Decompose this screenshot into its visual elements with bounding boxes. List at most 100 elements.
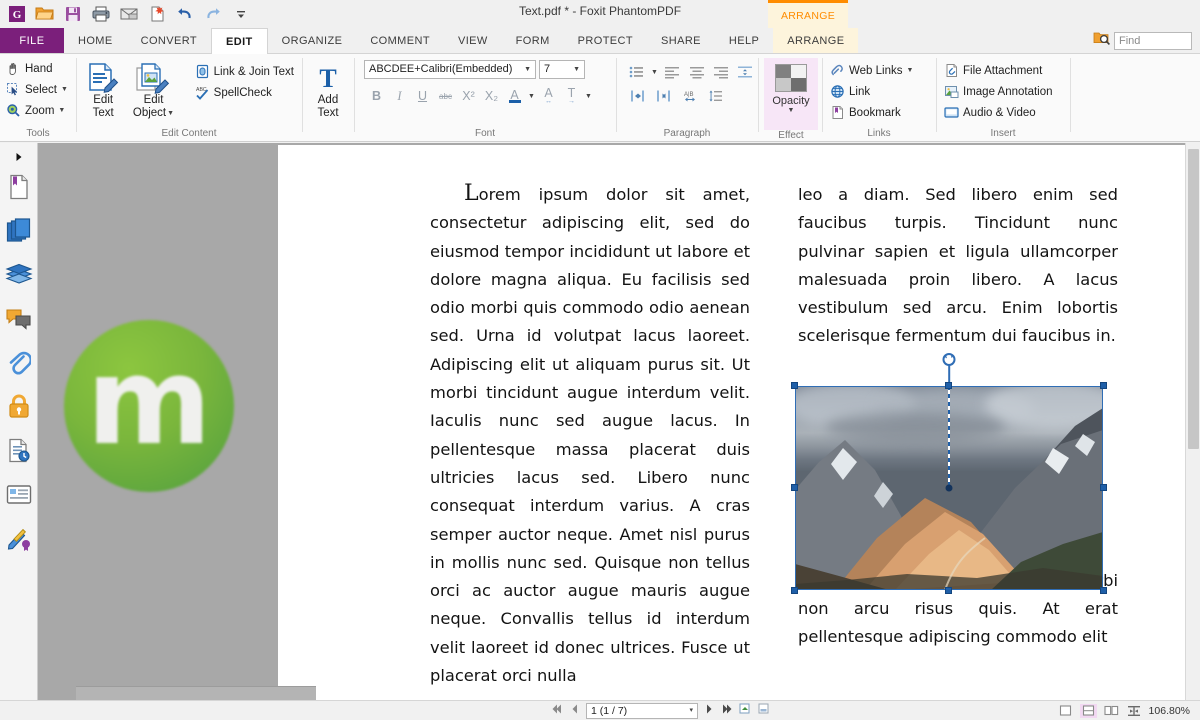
foxit-logo-icon[interactable]: G	[4, 2, 30, 26]
sidebar-item-comments[interactable]	[1, 297, 37, 341]
page-number-input[interactable]: 1 (1 / 7) ▾	[586, 702, 698, 719]
chevron-down-icon[interactable]: ▼	[573, 61, 580, 78]
decrease-indent-button[interactable]	[652, 86, 675, 106]
page-left-column[interactable]: Lorem ipsum dolor sit amet, consectetur …	[430, 181, 750, 690]
facing-view-button[interactable]	[1103, 704, 1120, 718]
italic-button[interactable]: I	[389, 86, 410, 106]
spellcheck-button[interactable]: ABC SpellCheck	[189, 82, 300, 103]
tab-edit[interactable]: EDIT	[211, 28, 268, 54]
pdf-page[interactable]: Lorem ipsum dolor sit amet, consectetur …	[278, 145, 1200, 700]
tab-form[interactable]: FORM	[502, 28, 564, 53]
last-page-button[interactable]	[720, 702, 734, 720]
bullet-list-button[interactable]	[626, 62, 647, 82]
redo-icon[interactable]	[200, 2, 226, 26]
chevron-down-icon[interactable]: ▼	[788, 107, 795, 114]
sidebar-item-layers[interactable]	[1, 253, 37, 297]
sidebar-item-attachments[interactable]	[1, 341, 37, 385]
email-icon[interactable]	[116, 2, 142, 26]
sidebar-item-fields[interactable]	[1, 473, 37, 517]
first-page-button[interactable]	[552, 702, 564, 720]
tab-comment[interactable]: COMMENT	[356, 28, 444, 53]
underline-button[interactable]: U	[412, 86, 433, 106]
audio-video-button[interactable]: Audio & Video	[938, 102, 1068, 123]
line-spacing-button[interactable]	[735, 62, 756, 82]
paragraph-spacing-button[interactable]: A|B	[678, 86, 701, 106]
strikethrough-button[interactable]: abc	[435, 86, 456, 106]
sidebar-item-page-thumbnails[interactable]	[1, 209, 37, 253]
font-color-button[interactable]: A	[504, 86, 525, 106]
open-icon[interactable]	[32, 2, 58, 26]
sidebar-item-bookmarks[interactable]	[1, 165, 37, 209]
resize-handle-bottom-left[interactable]	[791, 587, 798, 594]
align-center-button[interactable]	[686, 62, 707, 82]
resize-handle-bottom-center[interactable]	[945, 587, 952, 594]
chevron-down-icon[interactable]: ▼	[167, 107, 174, 120]
text-scale-button[interactable]: T →	[561, 86, 582, 106]
subscript-button[interactable]: X₂	[481, 86, 502, 106]
continuous-view-button[interactable]	[1079, 703, 1097, 718]
selected-image-object[interactable]	[791, 353, 1107, 594]
chevron-down-icon[interactable]: ▼	[650, 62, 658, 82]
link-join-text-button[interactable]: Link & Join Text	[189, 61, 300, 82]
tab-file[interactable]: FILE	[0, 28, 64, 53]
document-view[interactable]: Lorem ipsum dolor sit amet, consectetur …	[38, 143, 1200, 700]
print-icon[interactable]	[88, 2, 114, 26]
web-links-button[interactable]: Web Links ▼	[824, 60, 934, 81]
expand-navigation-panel-button[interactable]	[13, 143, 25, 165]
resize-handle-middle-left[interactable]	[791, 484, 798, 491]
tab-protect[interactable]: PROTECT	[564, 28, 647, 53]
link-button[interactable]: Link	[824, 81, 934, 102]
tab-view[interactable]: VIEW	[444, 28, 502, 53]
resize-handle-bottom-right[interactable]	[1100, 587, 1107, 594]
font-size-select[interactable]: 7 ▼	[539, 60, 585, 79]
edit-text-button[interactable]: Edit Text	[78, 58, 128, 120]
edit-object-button[interactable]: Edit Object ▼	[128, 58, 178, 120]
list-spacing-button[interactable]	[704, 86, 727, 106]
select-tool-button[interactable]: Select ▼	[0, 79, 76, 100]
image-annotation-button[interactable]: Image Annotation	[938, 81, 1068, 102]
search-icon[interactable]	[1093, 30, 1111, 51]
resize-handle-top-right[interactable]	[1100, 382, 1107, 389]
tab-help[interactable]: HELP	[715, 28, 773, 53]
vertical-scrollbar[interactable]	[1185, 143, 1200, 700]
align-right-button[interactable]	[710, 62, 731, 82]
tab-organize[interactable]: ORGANIZE	[268, 28, 357, 53]
resize-handle-middle-right[interactable]	[1100, 484, 1107, 491]
undo-icon[interactable]	[172, 2, 198, 26]
align-left-button[interactable]	[662, 62, 683, 82]
opacity-button[interactable]: Opacity ▼	[764, 58, 818, 130]
chevron-down-icon[interactable]: ▼	[524, 61, 531, 78]
customize-qat-icon[interactable]	[228, 2, 254, 26]
find-input[interactable]: Find	[1114, 31, 1192, 50]
tab-convert[interactable]: CONVERT	[127, 28, 211, 53]
bookmark-button[interactable]: Bookmark	[824, 102, 934, 123]
resize-handle-top-left[interactable]	[791, 382, 798, 389]
char-spacing-button[interactable]: A ↔	[538, 86, 559, 106]
chevron-down-icon[interactable]: ▼	[61, 86, 68, 93]
resize-handle-top-center[interactable]	[945, 382, 952, 389]
sidebar-item-security[interactable]	[1, 385, 37, 429]
next-page-button[interactable]	[703, 702, 715, 720]
bold-button[interactable]: B	[366, 86, 387, 106]
add-text-button[interactable]: T Add Text	[304, 58, 352, 120]
chevron-down-icon[interactable]: ▼	[906, 67, 913, 74]
zoom-tool-button[interactable]: Zoom ▼	[0, 100, 76, 121]
horizontal-scrollbar[interactable]	[76, 686, 316, 700]
chevron-down-icon[interactable]: ▾	[689, 704, 693, 718]
previous-page-button[interactable]	[569, 702, 581, 720]
chevron-down-icon[interactable]: ▼	[527, 86, 536, 106]
hand-tool-button[interactable]: Hand	[0, 58, 76, 79]
tab-home[interactable]: HOME	[64, 28, 127, 53]
save-icon[interactable]	[60, 2, 86, 26]
new-from-file-icon[interactable]	[144, 2, 170, 26]
sidebar-item-digital-signatures[interactable]	[1, 517, 37, 561]
vertical-scrollbar-thumb[interactable]	[1188, 149, 1199, 449]
font-family-select[interactable]: ABCDEE+Calibri(Embedded) ▼	[364, 60, 536, 79]
sidebar-item-document-history[interactable]	[1, 429, 37, 473]
rotate-handle[interactable]	[942, 353, 956, 366]
split-view-button[interactable]	[1126, 704, 1143, 718]
single-page-view-button[interactable]	[1057, 704, 1074, 718]
file-attachment-button[interactable]: File Attachment	[938, 60, 1068, 81]
superscript-button[interactable]: X²	[458, 86, 479, 106]
increase-indent-button[interactable]	[626, 86, 649, 106]
